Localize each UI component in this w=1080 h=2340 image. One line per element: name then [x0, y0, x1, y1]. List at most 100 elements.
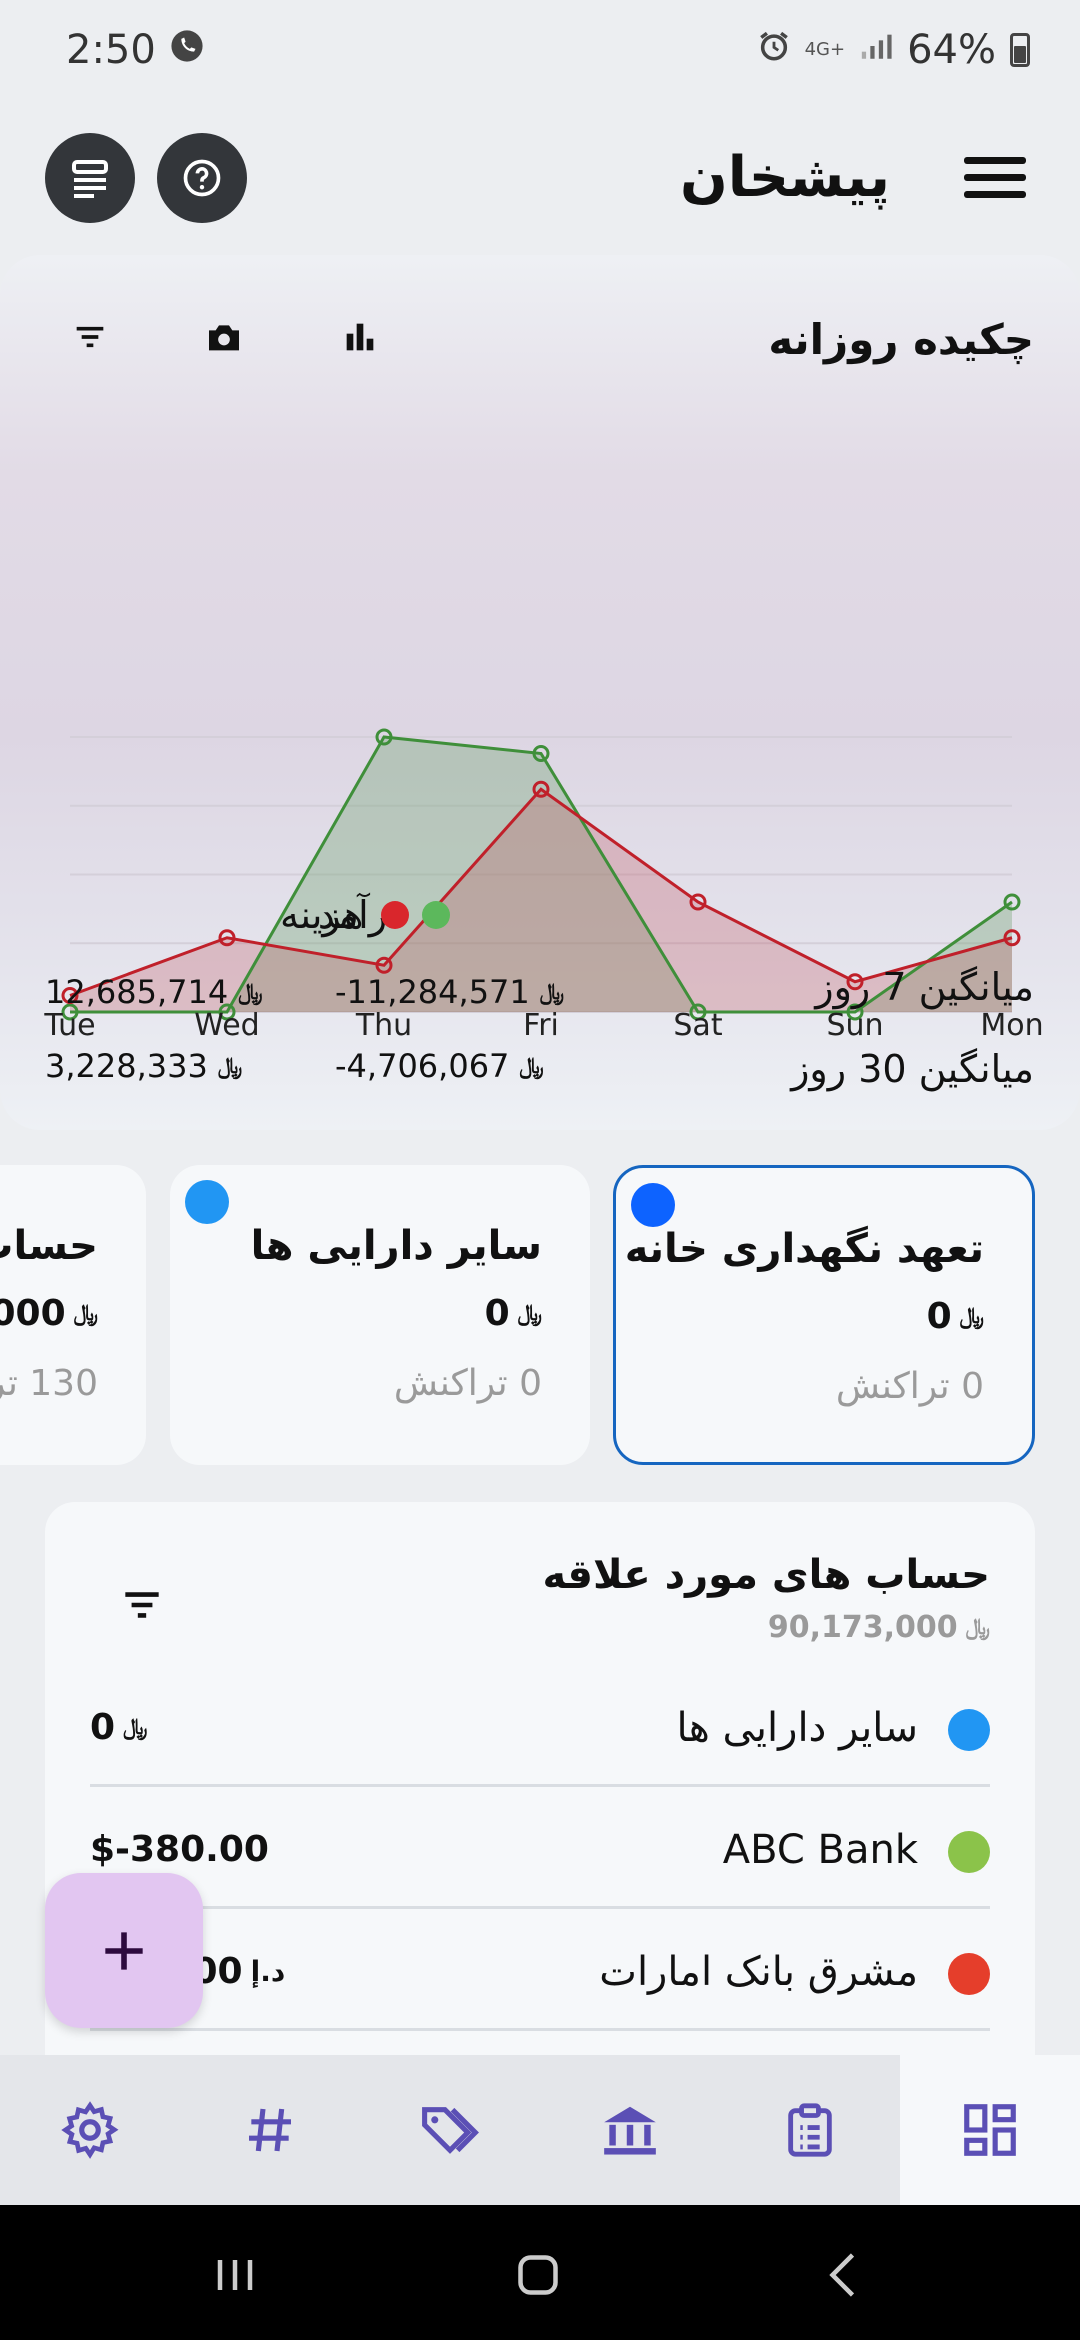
avg-7-expense-value: -11,284,571 [335, 973, 530, 1011]
alarm-icon [757, 29, 791, 71]
nav-hashtag[interactable] [180, 2055, 360, 2205]
rial-sign: ﷼ [519, 1053, 544, 1079]
plus-icon [105, 1931, 143, 1970]
account-balance: 000 ﷼ [0, 1293, 98, 1334]
status-time: 2:50 [66, 27, 156, 73]
x-tick-label: Mon [980, 1008, 1043, 1043]
account-color-dot [631, 1183, 675, 1227]
avg-30-expense-value: -4,706,067 [335, 1047, 510, 1085]
account-balance: 0 ﷼ [485, 1293, 542, 1334]
favorites-total: 90,173,000 ﷼ [768, 1610, 990, 1645]
rial-sign: ﷼ [539, 979, 565, 1005]
nav-settings[interactable] [0, 2055, 180, 2205]
favorites-filter-button[interactable] [117, 1580, 167, 1630]
clipboard-icon [788, 2103, 832, 2157]
account-name: حساب [0, 1223, 98, 1269]
account-color-dot [948, 1709, 990, 1751]
favorite-row-other-assets[interactable]: سایر دارایی ها 0 ﷼ [90, 1665, 990, 1787]
avg-7-label: میانگین 7 روز [815, 965, 1034, 1009]
account-card-partial[interactable]: حساب 000 ﷼ 130 تر [0, 1165, 146, 1465]
avg-30-expense: -4,706,067 ﷼ [335, 1047, 544, 1085]
avg-7-income: 12,685,714 ﷼ [45, 973, 263, 1011]
account-transactions: 0 تراکنش [835, 1366, 984, 1407]
avg-7-income-value: 12,685,714 [45, 973, 229, 1011]
rial-sign: ﷼ [959, 1304, 984, 1329]
avg-30-label: میانگین 30 روز [791, 1047, 1034, 1091]
account-name: تعهد نگهداری خانه [624, 1226, 984, 1272]
account-name: سایر دارایی ها [250, 1223, 542, 1269]
favorites-title: حساب های مورد علاقه [542, 1552, 990, 1598]
account-color-dot [185, 1180, 229, 1224]
favorite-account-name: ABC Bank [722, 1827, 918, 1873]
expense-dot [381, 901, 410, 929]
hashtag-icon [249, 2108, 291, 2152]
dirham-sign: د.إ [250, 1955, 286, 1988]
account-card-other-assets[interactable]: سایر دارایی ها 0 ﷼ 0 تراکنش [170, 1165, 590, 1465]
account-card-home-maintenance[interactable]: تعهد نگهداری خانه 0 ﷼ 0 تراکنش [613, 1165, 1035, 1465]
legend-expense-label: هزینه [280, 893, 364, 937]
account-balance-value: 0 [926, 1296, 952, 1337]
phone-call-icon [170, 29, 204, 71]
favorite-row-mashreq-bank[interactable]: مشرق بانک امارات ,960.00 د.إ [90, 1909, 990, 2031]
nav-tags[interactable] [360, 2055, 540, 2205]
rial-sign: ﷼ [965, 1615, 990, 1640]
bank-icon [604, 2106, 656, 2155]
nav-reports[interactable] [720, 2055, 900, 2205]
x-tick-label: Tue [43, 1008, 95, 1043]
avg-30-income: 3,228,333 ﷼ [45, 1047, 242, 1085]
daily-chart: Tue Wed Thu Fri Sat Sun Mon [43, 728, 1044, 1043]
favorite-account-amount: 0 ﷼ [90, 1707, 147, 1748]
battery-icon [1010, 33, 1030, 67]
accounts-list-button[interactable] [45, 133, 135, 223]
income-dot [422, 901, 450, 929]
avg-7-expense: -11,284,571 ﷼ [335, 973, 564, 1011]
recent-apps-button[interactable] [205, 2245, 265, 2305]
favorites-total-value: 90,173,000 [767, 1610, 958, 1645]
x-tick-label: Wed [194, 1008, 259, 1043]
x-tick-label: Sat [673, 1008, 722, 1043]
status-bar: 2:50 4G+ 64% [0, 0, 1080, 100]
question-icon [183, 159, 221, 197]
help-button[interactable] [157, 133, 247, 223]
favorite-row-abc-bank[interactable]: ABC Bank $-380.00 [90, 1787, 990, 1909]
account-balance-value: 000 [0, 1293, 66, 1334]
bottom-navigation [0, 2055, 1080, 2205]
legend-expense: هزینه [280, 893, 410, 937]
gear-icon [61, 2101, 119, 2159]
dashboard-icon [964, 2104, 1016, 2156]
menu-icon-bar [964, 174, 1026, 181]
home-button[interactable] [508, 2245, 568, 2305]
page-title: پیشخان [679, 145, 890, 210]
system-navigation-bar [0, 2205, 1080, 2340]
network-type: 4G+ [804, 39, 846, 60]
account-balance-value: 0 [484, 1293, 510, 1334]
nav-accounts[interactable] [540, 2055, 720, 2205]
rial-sign: ﷼ [517, 1301, 542, 1326]
favorite-amount-value: 0 [90, 1707, 116, 1748]
tags-icon [422, 2107, 479, 2154]
account-color-dot [948, 1953, 990, 1995]
battery-percent: 64% [907, 27, 996, 73]
daily-summary-card: چکیده روزانه Tue Wed Thu Fri Sat Sun Mon درآمد… [0, 255, 1080, 1130]
add-transaction-button[interactable] [45, 1873, 203, 2028]
app-header: پیشخان [0, 125, 1080, 230]
filter-icon [125, 1592, 159, 1618]
favorite-account-name: مشرق بانک امارات [599, 1949, 918, 1995]
nav-dashboard[interactable] [900, 2055, 1080, 2205]
favorite-account-name: سایر دارایی ها [676, 1705, 918, 1751]
x-tick-label: Fri [523, 1008, 559, 1043]
menu-icon [964, 157, 1026, 164]
x-tick-label: Sun [826, 1008, 883, 1043]
rial-sign: ﷼ [123, 1715, 148, 1740]
account-transactions: 0 تراکنش [393, 1363, 542, 1404]
menu-icon-bar [964, 191, 1026, 198]
menu-button[interactable] [964, 157, 1026, 199]
avg-30-income-value: 3,228,333 [45, 1047, 208, 1085]
recent-apps-icon [217, 2260, 253, 2290]
favorite-account-amount: $-380.00 [90, 1829, 269, 1870]
home-icon [518, 2255, 558, 2295]
rial-sign: ﷼ [217, 1053, 243, 1079]
signal-icon [859, 31, 893, 69]
back-icon [829, 2253, 855, 2297]
back-button[interactable] [815, 2245, 875, 2305]
